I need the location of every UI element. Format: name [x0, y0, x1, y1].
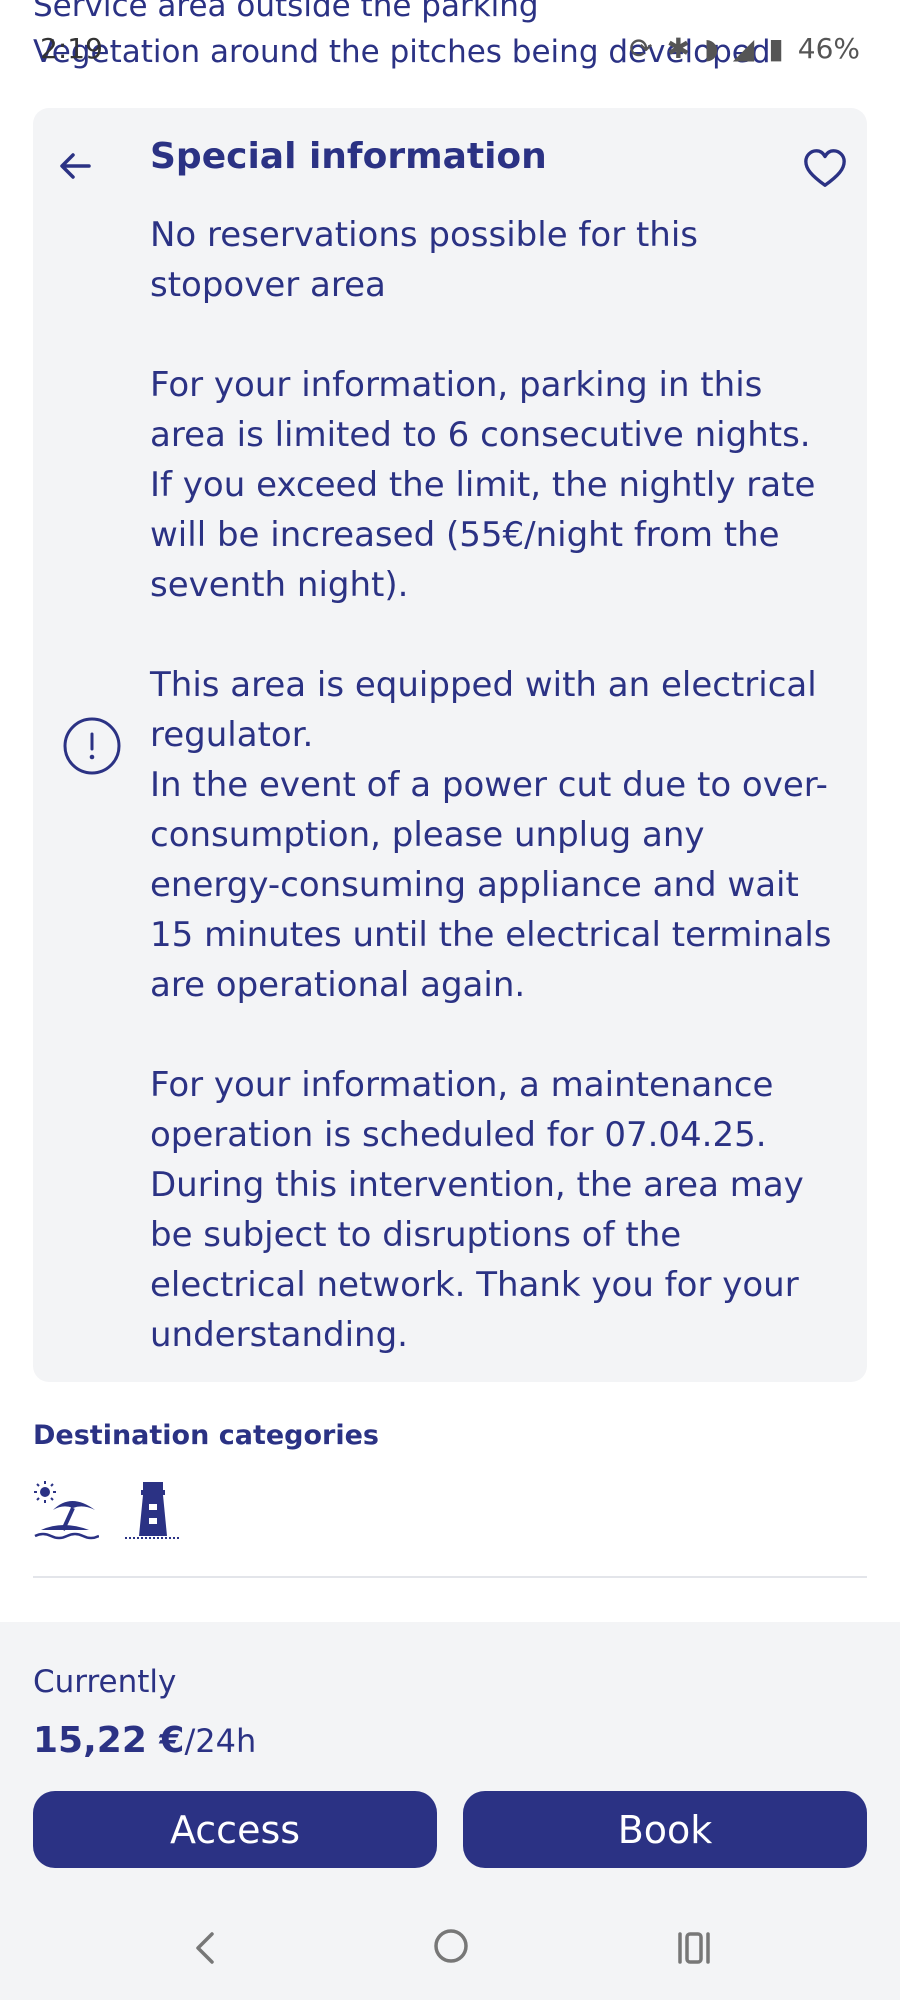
currently-label: Currently	[33, 1664, 177, 1700]
sync-icon: ⟳	[629, 32, 653, 65]
info-icon	[63, 717, 121, 775]
info-paragraph: No reservations possible for this stopov…	[150, 215, 699, 305]
info-paragraph: This area is equipped with an electrical…	[150, 665, 817, 755]
book-button[interactable]: Book	[463, 1791, 867, 1868]
back-arrow-icon[interactable]	[55, 146, 95, 186]
battery-icon: ▮	[768, 32, 784, 65]
info-paragraph: In the event of a power cut due to over-…	[150, 765, 832, 1005]
wifi-icon: ◗	[704, 32, 719, 65]
battery-level: 46%	[797, 32, 860, 65]
nav-back-icon[interactable]	[188, 1928, 222, 1968]
destination-categories-title: Destination categories	[33, 1420, 380, 1451]
price-amount: 15,22 €	[33, 1720, 185, 1761]
bluetooth-icon: ✱	[666, 32, 691, 65]
special-info-body: No reservations possible for this stopov…	[150, 210, 840, 1360]
lighthouse-icon	[125, 1482, 181, 1539]
status-icons: ⟳ ✱ ◗ ◢ ▮ 46%	[629, 32, 860, 65]
access-button[interactable]: Access	[33, 1791, 437, 1868]
special-info-title: Special information	[150, 136, 547, 177]
signal-icon: ◢	[732, 32, 755, 65]
price-display: 15,22 €/24h	[33, 1720, 256, 1761]
price-unit: /24h	[184, 1722, 257, 1760]
scrolled-text-line: Service area outside the parking	[33, 0, 539, 24]
destination-icons	[33, 1480, 183, 1542]
info-paragraph: For your information, parking in this ar…	[150, 365, 816, 605]
info-paragraph: For your information, a maintenance oper…	[150, 1065, 804, 1355]
divider	[33, 1576, 867, 1578]
nav-recent-apps-icon[interactable]	[675, 1928, 715, 1968]
favorite-heart-icon[interactable]	[802, 146, 848, 192]
status-time: 2:19	[40, 32, 103, 65]
beach-icon	[34, 1481, 99, 1540]
nav-home-icon[interactable]	[432, 1926, 470, 1966]
